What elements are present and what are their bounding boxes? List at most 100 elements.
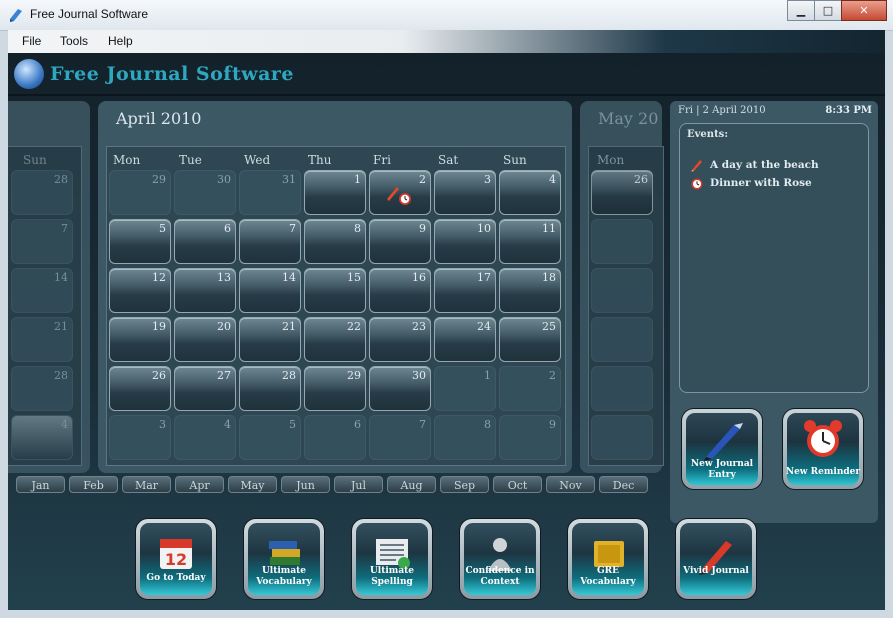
day-cell[interactable]: 5: [109, 219, 171, 264]
day-cell[interactable]: 6: [174, 219, 236, 264]
new-journal-entry-button[interactable]: New Journal Entry: [682, 409, 762, 489]
day-cell[interactable]: 8: [434, 415, 496, 460]
day-cell-selected[interactable]: 2: [369, 170, 431, 215]
month-button-may[interactable]: May: [228, 476, 277, 493]
menu-file[interactable]: File: [22, 34, 41, 48]
month-title: April 2010: [116, 109, 202, 128]
next-month-day-cell[interactable]: [591, 268, 653, 313]
month-button-dec[interactable]: Dec: [599, 476, 648, 493]
prev-month-day-cell[interactable]: 14: [11, 268, 73, 313]
day-cell[interactable]: 27: [174, 366, 236, 411]
day-cell[interactable]: 12: [109, 268, 171, 313]
day-cell[interactable]: 18: [499, 268, 561, 313]
day-cell[interactable]: 3: [434, 170, 496, 215]
day-cell[interactable]: 1: [434, 366, 496, 411]
day-cell[interactable]: 14: [239, 268, 301, 313]
day-number: 29: [347, 369, 361, 382]
tool-button-ultimate-spelling[interactable]: Ultimate Spelling: [352, 519, 432, 599]
prev-month-day-cell[interactable]: 28: [11, 170, 73, 215]
app-logo-icon: [10, 9, 22, 22]
day-cell[interactable]: 15: [304, 268, 366, 313]
day-cell[interactable]: 21: [239, 317, 301, 362]
month-button-nov[interactable]: Nov: [546, 476, 595, 493]
day-cell[interactable]: 20: [174, 317, 236, 362]
day-cell[interactable]: 24: [434, 317, 496, 362]
day-number: 17: [477, 271, 491, 284]
month-button-jul[interactable]: Jul: [334, 476, 383, 493]
day-cell[interactable]: 9: [499, 415, 561, 460]
day-cell[interactable]: 2: [499, 366, 561, 411]
day-cell[interactable]: 29: [304, 366, 366, 411]
tool-button-label: Confidence in Context: [465, 566, 535, 587]
next-month-panel[interactable]: May 20 Mon 26: [580, 101, 664, 473]
day-cell[interactable]: 6: [304, 415, 366, 460]
next-month-day-cell[interactable]: [591, 366, 653, 411]
day-cell[interactable]: 30: [174, 170, 236, 215]
day-cell[interactable]: 23: [369, 317, 431, 362]
day-number: 26: [152, 369, 166, 382]
day-cell[interactable]: 5: [239, 415, 301, 460]
next-month-day-cell[interactable]: [591, 317, 653, 362]
event-text: Dinner with Rose: [710, 177, 812, 189]
menu-tools[interactable]: Tools: [60, 34, 88, 48]
prev-month-day-cell[interactable]: 7: [11, 219, 73, 264]
prev-month-day-cell[interactable]: 21: [11, 317, 73, 362]
day-number: 8: [484, 418, 491, 431]
month-button-feb[interactable]: Feb: [69, 476, 118, 493]
day-number: 4: [61, 418, 68, 431]
new-reminder-button[interactable]: New Reminder: [783, 409, 863, 489]
day-cell[interactable]: 13: [174, 268, 236, 313]
day-cell[interactable]: 22: [304, 317, 366, 362]
minimize-button[interactable]: ▁: [787, 0, 815, 21]
tool-button-vivid-journal[interactable]: Vivid Journal: [676, 519, 756, 599]
day-cell[interactable]: 4: [499, 170, 561, 215]
day-number: 3: [159, 418, 166, 431]
day-cell[interactable]: 10: [434, 219, 496, 264]
tool-button-ultimate-vocabulary[interactable]: Ultimate Vocabulary: [244, 519, 324, 599]
day-cell[interactable]: 16: [369, 268, 431, 313]
day-cell[interactable]: 31: [239, 170, 301, 215]
title-bar: Free Journal Software ▁ □ ✕: [0, 0, 893, 31]
next-month-day-cell[interactable]: [591, 415, 653, 460]
day-cell[interactable]: 9: [369, 219, 431, 264]
prev-month-day-cell[interactable]: 28: [11, 366, 73, 411]
next-month-grid: Mon 26: [588, 146, 664, 466]
day-cell[interactable]: 1: [304, 170, 366, 215]
menu-help[interactable]: Help: [108, 34, 133, 48]
day-number: 2: [549, 369, 556, 382]
month-button-aug[interactable]: Aug: [387, 476, 436, 493]
month-button-oct[interactable]: Oct: [493, 476, 542, 493]
day-number: 25: [542, 320, 556, 333]
event-item[interactable]: Dinner with Rose: [690, 176, 812, 190]
day-cell[interactable]: 8: [304, 219, 366, 264]
day-cell[interactable]: 19: [109, 317, 171, 362]
day-number: 14: [54, 271, 68, 284]
day-cell[interactable]: 11: [499, 219, 561, 264]
tool-button-go-to-today[interactable]: 12 Go to Today: [136, 519, 216, 599]
day-cell[interactable]: 30: [369, 366, 431, 411]
day-cell[interactable]: 26: [109, 366, 171, 411]
event-item[interactable]: A day at the beach: [690, 158, 819, 172]
month-button-sep[interactable]: Sep: [440, 476, 489, 493]
day-cell[interactable]: 28: [239, 366, 301, 411]
day-cell[interactable]: 17: [434, 268, 496, 313]
next-month-day-cell[interactable]: [591, 219, 653, 264]
tool-button-confidence-in-context[interactable]: Confidence in Context: [460, 519, 540, 599]
tool-button-gre-vocabulary[interactable]: GRE Vocabulary: [568, 519, 648, 599]
day-cell[interactable]: 7: [239, 219, 301, 264]
month-button-jan[interactable]: Jan: [16, 476, 65, 493]
day-number: 3: [484, 173, 491, 186]
next-month-day-cell[interactable]: 26: [591, 170, 653, 215]
maximize-button[interactable]: □: [814, 0, 842, 21]
day-cell[interactable]: 3: [109, 415, 171, 460]
close-button[interactable]: ✕: [841, 0, 887, 21]
month-button-jun[interactable]: Jun: [281, 476, 330, 493]
day-cell[interactable]: 25: [499, 317, 561, 362]
day-cell[interactable]: 7: [369, 415, 431, 460]
month-button-apr[interactable]: Apr: [175, 476, 224, 493]
prev-month-day-cell[interactable]: 4: [11, 415, 73, 460]
month-button-mar[interactable]: Mar: [122, 476, 171, 493]
day-number: 20: [217, 320, 231, 333]
day-cell[interactable]: 4: [174, 415, 236, 460]
day-cell[interactable]: 29: [109, 170, 171, 215]
